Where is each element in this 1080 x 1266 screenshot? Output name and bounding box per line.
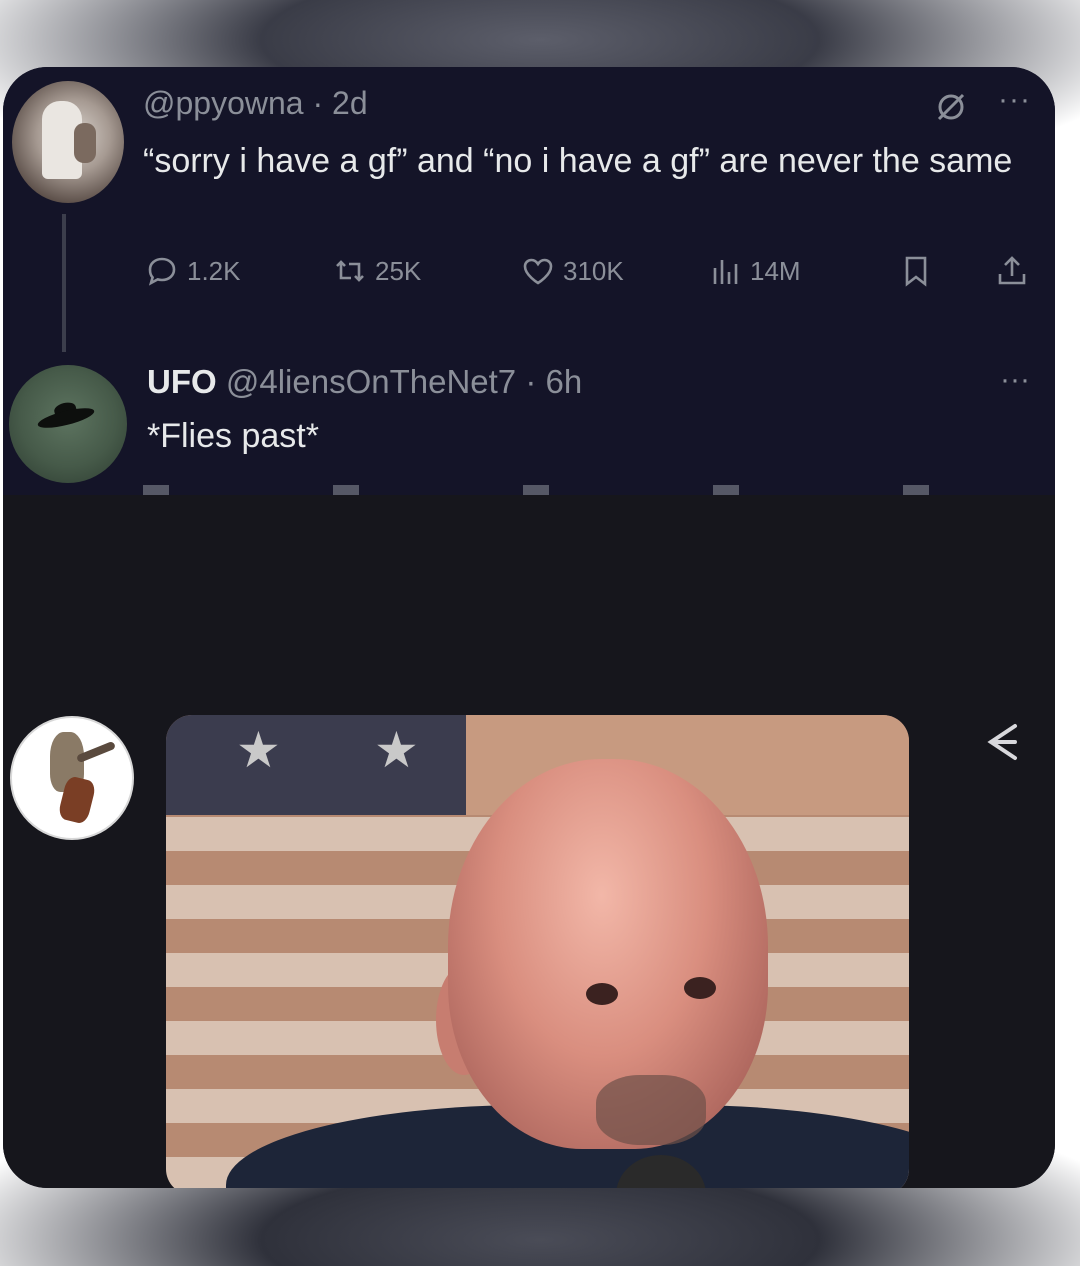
- reply-icon: [148, 257, 176, 286]
- comment-video-thumbnail[interactable]: ★ ★: [166, 715, 909, 1188]
- share-icon[interactable]: [983, 720, 1023, 764]
- bookmark-icon: [905, 256, 927, 287]
- retweet-count: 25K: [375, 255, 422, 286]
- more-options-icon[interactable]: ···: [1000, 363, 1030, 397]
- avatar[interactable]: [9, 365, 127, 483]
- reply-handle[interactable]: @4liensOnTheNet7 · 6h: [226, 363, 582, 400]
- bookmark-action[interactable]: [899, 251, 933, 291]
- share-icon: [998, 256, 1026, 285]
- post-card: @ppyowna · 2d ··· “sorry i have a gf” an…: [3, 67, 1055, 1188]
- reply-action[interactable]: 1.2K: [145, 251, 241, 291]
- retweet-icon: [336, 260, 364, 282]
- thread-line: [62, 214, 66, 352]
- reply-display-name[interactable]: UFO: [147, 363, 217, 400]
- share-action[interactable]: [995, 251, 1029, 291]
- views-count: 14M: [750, 255, 801, 286]
- tweet-time: · 2d: [312, 85, 368, 121]
- reply-header: UFO @4liensOnTheNet7 · 6h: [147, 363, 582, 401]
- tweet-handle[interactable]: @ppyowna: [143, 85, 304, 121]
- reply-count: 1.2K: [187, 255, 241, 286]
- tweet-screenshot: @ppyowna · 2d ··· “sorry i have a gf” an…: [3, 67, 1055, 497]
- like-action[interactable]: 310K: [521, 251, 624, 291]
- avatar[interactable]: [12, 81, 124, 203]
- views-action[interactable]: 14M: [708, 251, 801, 291]
- reply-text: *Flies past*: [147, 417, 319, 455]
- like-count: 310K: [563, 255, 624, 286]
- retweet-action[interactable]: 25K: [333, 251, 421, 291]
- avatar[interactable]: [10, 716, 134, 840]
- more-options-icon[interactable]: ···: [998, 83, 1031, 117]
- views-icon: [713, 260, 738, 284]
- tweet-text: “sorry i have a gf” and “no i have a gf”…: [143, 142, 1013, 180]
- grok-icon[interactable]: [933, 89, 969, 125]
- tweet-handle-line: @ppyowna · 2d: [143, 85, 368, 122]
- heart-icon: [523, 258, 553, 285]
